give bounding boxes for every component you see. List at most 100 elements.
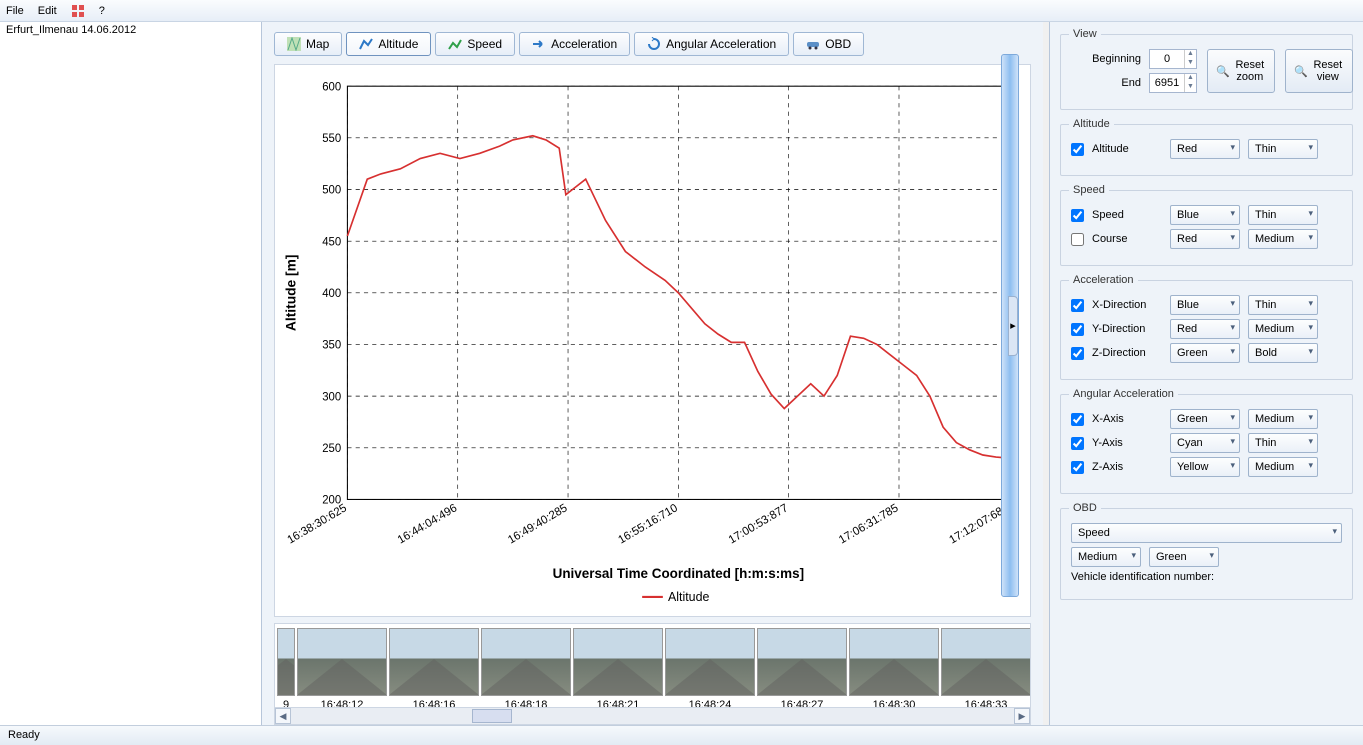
scroll-right-icon[interactable]: ▶	[1014, 708, 1030, 724]
accel-z-checkbox[interactable]	[1071, 347, 1084, 360]
vin-label: Vehicle identification number:	[1071, 571, 1214, 583]
map-icon	[287, 37, 301, 51]
beginning-input[interactable]	[1150, 53, 1184, 65]
spinner-arrows-icon[interactable]: ▲▼	[1184, 74, 1196, 92]
angular-y-color-select[interactable]: RedBlueGreenCyanYellow	[1170, 433, 1240, 453]
angular-z-checkbox[interactable]	[1071, 461, 1084, 474]
altitude-checkbox[interactable]	[1071, 143, 1084, 156]
altitude-chart: 20025030035040045050055060016:38:30:6251…	[275, 65, 1030, 616]
magnifier-icon: 🔍	[1294, 65, 1308, 78]
splitter-grip-icon[interactable]: ▸	[1008, 296, 1018, 356]
svg-text:Universal Time Coordinated [h:: Universal Time Coordinated [h:m:s:ms]	[553, 566, 804, 581]
angular-y-checkbox[interactable]	[1071, 437, 1084, 450]
accel-x-weight-select[interactable]: ThinMediumBold	[1248, 295, 1318, 315]
tab-altitude[interactable]: Altitude	[346, 32, 431, 56]
altitude-color-select[interactable]: RedBlueGreenCyanYellow	[1170, 139, 1240, 159]
vertical-scrollbar[interactable]: ▸	[1001, 54, 1019, 597]
beginning-spinner[interactable]: ▲▼	[1149, 49, 1197, 69]
svg-text:450: 450	[322, 236, 341, 248]
button-label: Reset view	[1312, 59, 1344, 83]
tab-speed[interactable]: Speed	[435, 32, 515, 56]
thumbnail[interactable]: 16:48:21	[573, 628, 663, 711]
obd-param-select[interactable]: Speed	[1071, 523, 1342, 543]
speed-color-select[interactable]: RedBlueGreenCyanYellow	[1170, 205, 1240, 225]
speed-weight-select[interactable]: ThinMediumBold	[1248, 205, 1318, 225]
horizontal-scrollbar[interactable]: ◀ ▶	[274, 707, 1031, 725]
group-title: View	[1069, 28, 1101, 40]
svg-text:16:49:40:285: 16:49:40:285	[506, 502, 569, 546]
main-pane: Map Altitude Speed Acceleration Angular …	[262, 22, 1043, 725]
group-acceleration: Acceleration X-DirectionRedBlueGreenCyan…	[1060, 280, 1353, 380]
tab-angular[interactable]: Angular Acceleration	[634, 32, 789, 56]
angular-x-color-select[interactable]: RedBlueGreenCyanYellow	[1170, 409, 1240, 429]
menu-help[interactable]: ?	[99, 5, 105, 17]
toolbar-icon[interactable]	[71, 4, 85, 18]
angular-z-color-select[interactable]: RedBlueGreenCyanYellow	[1170, 457, 1240, 477]
thumbnail[interactable]: 16:48:27	[757, 628, 847, 711]
status-text: Ready	[8, 729, 40, 741]
accel-x-checkbox[interactable]	[1071, 299, 1084, 312]
menu-bar: File Edit ?	[0, 0, 1363, 22]
speed-checkbox[interactable]	[1071, 209, 1084, 222]
svg-text:16:55:16:710: 16:55:16:710	[616, 502, 679, 546]
speed-check-label: Speed	[1092, 209, 1162, 221]
scroll-left-icon[interactable]: ◀	[275, 708, 291, 724]
group-title: Angular Acceleration	[1069, 388, 1178, 400]
scroll-handle[interactable]	[472, 709, 512, 723]
thumbnail[interactable]: 16:48:30	[849, 628, 939, 711]
svg-text:16:38:30:625: 16:38:30:625	[286, 502, 349, 546]
tab-label: Angular Acceleration	[666, 37, 776, 51]
spinner-arrows-icon[interactable]: ▲▼	[1184, 50, 1196, 68]
end-label: End	[1071, 77, 1141, 89]
thumbnail[interactable]: 16:48:24	[665, 628, 755, 711]
angular-z-label: Z-Axis	[1092, 461, 1162, 473]
menu-file[interactable]: File	[6, 5, 24, 17]
accel-y-color-select[interactable]: RedBlueGreenCyanYellow	[1170, 319, 1240, 339]
end-spinner[interactable]: ▲▼	[1149, 73, 1197, 93]
thumbnail-partial[interactable]: 9	[277, 628, 295, 711]
accel-x-label: X-Direction	[1092, 299, 1162, 311]
accel-y-weight-select[interactable]: ThinMediumBold	[1248, 319, 1318, 339]
angular-x-checkbox[interactable]	[1071, 413, 1084, 426]
button-label: Reset zoom	[1234, 59, 1266, 83]
group-title: Speed	[1069, 184, 1109, 196]
group-view: View Beginning ▲▼ End ▲▼ 🔍Reset zoom 🔍Re…	[1060, 34, 1353, 110]
obd-weight-select[interactable]: ThinMediumBold	[1071, 547, 1141, 567]
thumbnail[interactable]: 16:48:18	[481, 628, 571, 711]
angular-z-weight-select[interactable]: ThinMediumBold	[1248, 457, 1318, 477]
obd-color-select[interactable]: RedBlueGreenCyanYellow	[1149, 547, 1219, 567]
tab-map[interactable]: Map	[274, 32, 342, 56]
course-weight-select[interactable]: ThinMediumBold	[1248, 229, 1318, 249]
svg-text:550: 550	[322, 133, 341, 145]
reset-view-button[interactable]: 🔍 Reset view	[1285, 49, 1353, 93]
svg-text:250: 250	[322, 443, 341, 455]
tab-obd[interactable]: OBD	[793, 32, 864, 56]
angular-y-weight-select[interactable]: ThinMediumBold	[1248, 433, 1318, 453]
rotate-icon	[647, 37, 661, 51]
thumbnail[interactable]: 16:48:33	[941, 628, 1031, 711]
thumbnail[interactable]: 16:48:12	[297, 628, 387, 711]
course-check-label: Course	[1092, 233, 1162, 245]
tab-label: Altitude	[378, 37, 418, 51]
accel-x-color-select[interactable]: RedBlueGreenCyanYellow	[1170, 295, 1240, 315]
end-input[interactable]	[1150, 77, 1184, 89]
angular-x-weight-select[interactable]: ThinMediumBold	[1248, 409, 1318, 429]
course-color-select[interactable]: RedBlueGreenCyanYellow	[1170, 229, 1240, 249]
thumbnail[interactable]: 16:48:16	[389, 628, 479, 711]
course-checkbox[interactable]	[1071, 233, 1084, 246]
group-speed: Speed Speed RedBlueGreenCyanYellow ThinM…	[1060, 190, 1353, 266]
reset-zoom-button[interactable]: 🔍Reset zoom	[1207, 49, 1275, 93]
svg-text:400: 400	[322, 288, 341, 300]
accel-y-checkbox[interactable]	[1071, 323, 1084, 336]
tab-acceleration[interactable]: Acceleration	[519, 32, 630, 56]
scroll-track[interactable]	[291, 708, 1014, 724]
thumbnail-image	[573, 628, 663, 696]
accel-z-color-select[interactable]: RedBlueGreenCyanYellow	[1170, 343, 1240, 363]
tab-label: Map	[306, 37, 329, 51]
altitude-weight-select[interactable]: ThinMediumBold	[1248, 139, 1318, 159]
accel-z-weight-select[interactable]: ThinMediumBold	[1248, 343, 1318, 363]
tree-item[interactable]: Erfurt_Ilmenau 14.06.2012	[0, 22, 261, 38]
menu-edit[interactable]: Edit	[38, 5, 57, 17]
svg-text:600: 600	[322, 81, 341, 93]
accel-z-label: Z-Direction	[1092, 347, 1162, 359]
